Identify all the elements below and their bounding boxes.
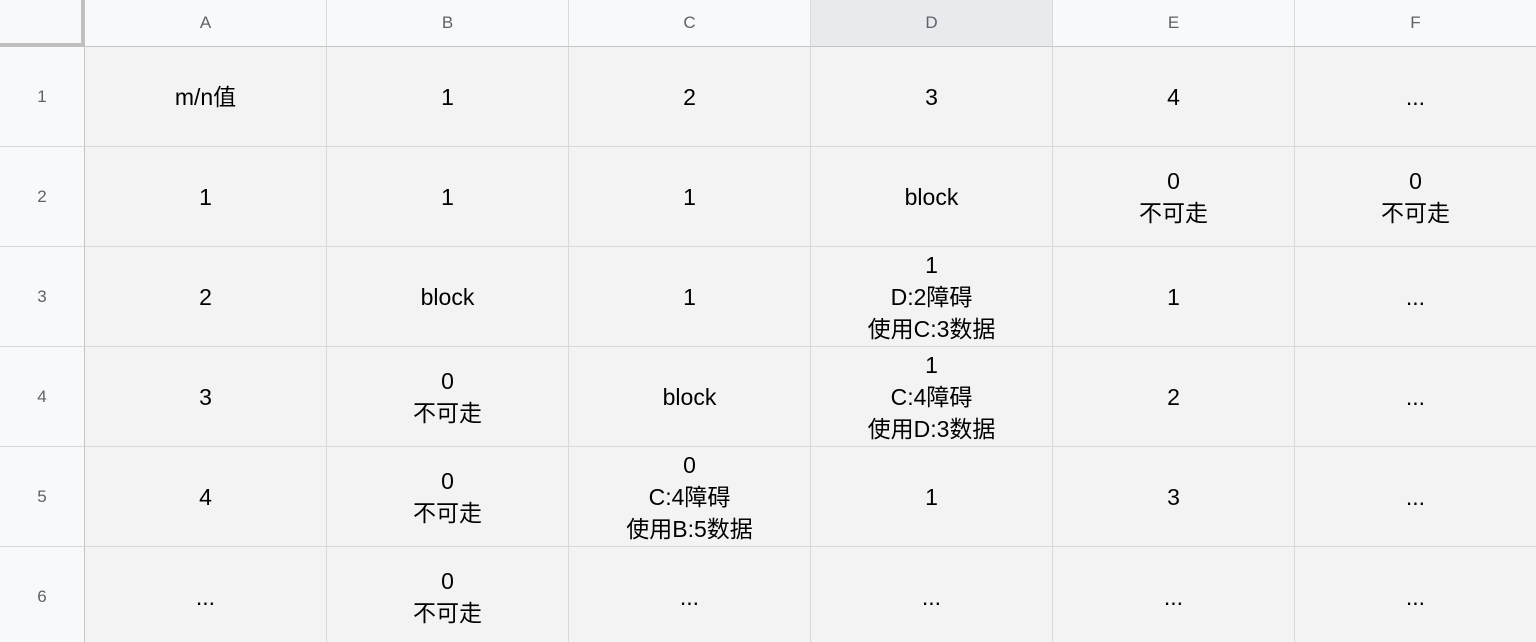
cell-c1[interactable]: 2 <box>569 47 811 147</box>
cell-b4[interactable]: 0 不可走 <box>327 347 569 447</box>
cell-a1[interactable]: m/n值 <box>85 47 327 147</box>
column-header-b[interactable]: B <box>327 0 569 47</box>
column-header-c[interactable]: C <box>569 0 811 47</box>
cell-d2[interactable]: block <box>811 147 1053 247</box>
cell-e5[interactable]: 3 <box>1053 447 1295 547</box>
cell-b6[interactable]: 0 不可走 <box>327 547 569 642</box>
cell-c4[interactable]: block <box>569 347 811 447</box>
row-header-4[interactable]: 4 <box>0 347 85 447</box>
cell-b5[interactable]: 0 不可走 <box>327 447 569 547</box>
column-header-d[interactable]: D <box>811 0 1053 47</box>
cell-d4[interactable]: 1 C:4障碍 使用D:3数据 <box>811 347 1053 447</box>
cell-d1[interactable]: 3 <box>811 47 1053 147</box>
cell-b2[interactable]: 1 <box>327 147 569 247</box>
row-header-3[interactable]: 3 <box>0 247 85 347</box>
cell-d3[interactable]: 1 D:2障碍 使用C:3数据 <box>811 247 1053 347</box>
cell-d6[interactable]: ... <box>811 547 1053 642</box>
column-header-a[interactable]: A <box>85 0 327 47</box>
cell-c5[interactable]: 0 C:4障碍 使用B:5数据 <box>569 447 811 547</box>
cell-a3[interactable]: 2 <box>85 247 327 347</box>
cell-c6[interactable]: ... <box>569 547 811 642</box>
cell-f6[interactable]: ... <box>1295 547 1536 642</box>
cell-a6[interactable]: ... <box>85 547 327 642</box>
column-header-f[interactable]: F <box>1295 0 1536 47</box>
row-header-5[interactable]: 5 <box>0 447 85 547</box>
cell-a4[interactable]: 3 <box>85 347 327 447</box>
cell-f2[interactable]: 0 不可走 <box>1295 147 1536 247</box>
select-all-corner[interactable] <box>0 0 85 47</box>
cell-e2[interactable]: 0 不可走 <box>1053 147 1295 247</box>
cell-c3[interactable]: 1 <box>569 247 811 347</box>
cell-d5[interactable]: 1 <box>811 447 1053 547</box>
cell-a2[interactable]: 1 <box>85 147 327 247</box>
cell-f1[interactable]: ... <box>1295 47 1536 147</box>
row-header-1[interactable]: 1 <box>0 47 85 147</box>
cell-e4[interactable]: 2 <box>1053 347 1295 447</box>
cell-b1[interactable]: 1 <box>327 47 569 147</box>
cell-a5[interactable]: 4 <box>85 447 327 547</box>
row-header-2[interactable]: 2 <box>0 147 85 247</box>
column-header-e[interactable]: E <box>1053 0 1295 47</box>
cell-e3[interactable]: 1 <box>1053 247 1295 347</box>
cell-b3[interactable]: block <box>327 247 569 347</box>
spreadsheet-grid: A B C D E F 1 m/n值 1 2 3 4 ... 2 1 1 1 b… <box>0 0 1536 642</box>
row-header-6[interactable]: 6 <box>0 547 85 642</box>
cell-c2[interactable]: 1 <box>569 147 811 247</box>
cell-e1[interactable]: 4 <box>1053 47 1295 147</box>
cell-f3[interactable]: ... <box>1295 247 1536 347</box>
cell-f4[interactable]: ... <box>1295 347 1536 447</box>
cell-e6[interactable]: ... <box>1053 547 1295 642</box>
cell-f5[interactable]: ... <box>1295 447 1536 547</box>
